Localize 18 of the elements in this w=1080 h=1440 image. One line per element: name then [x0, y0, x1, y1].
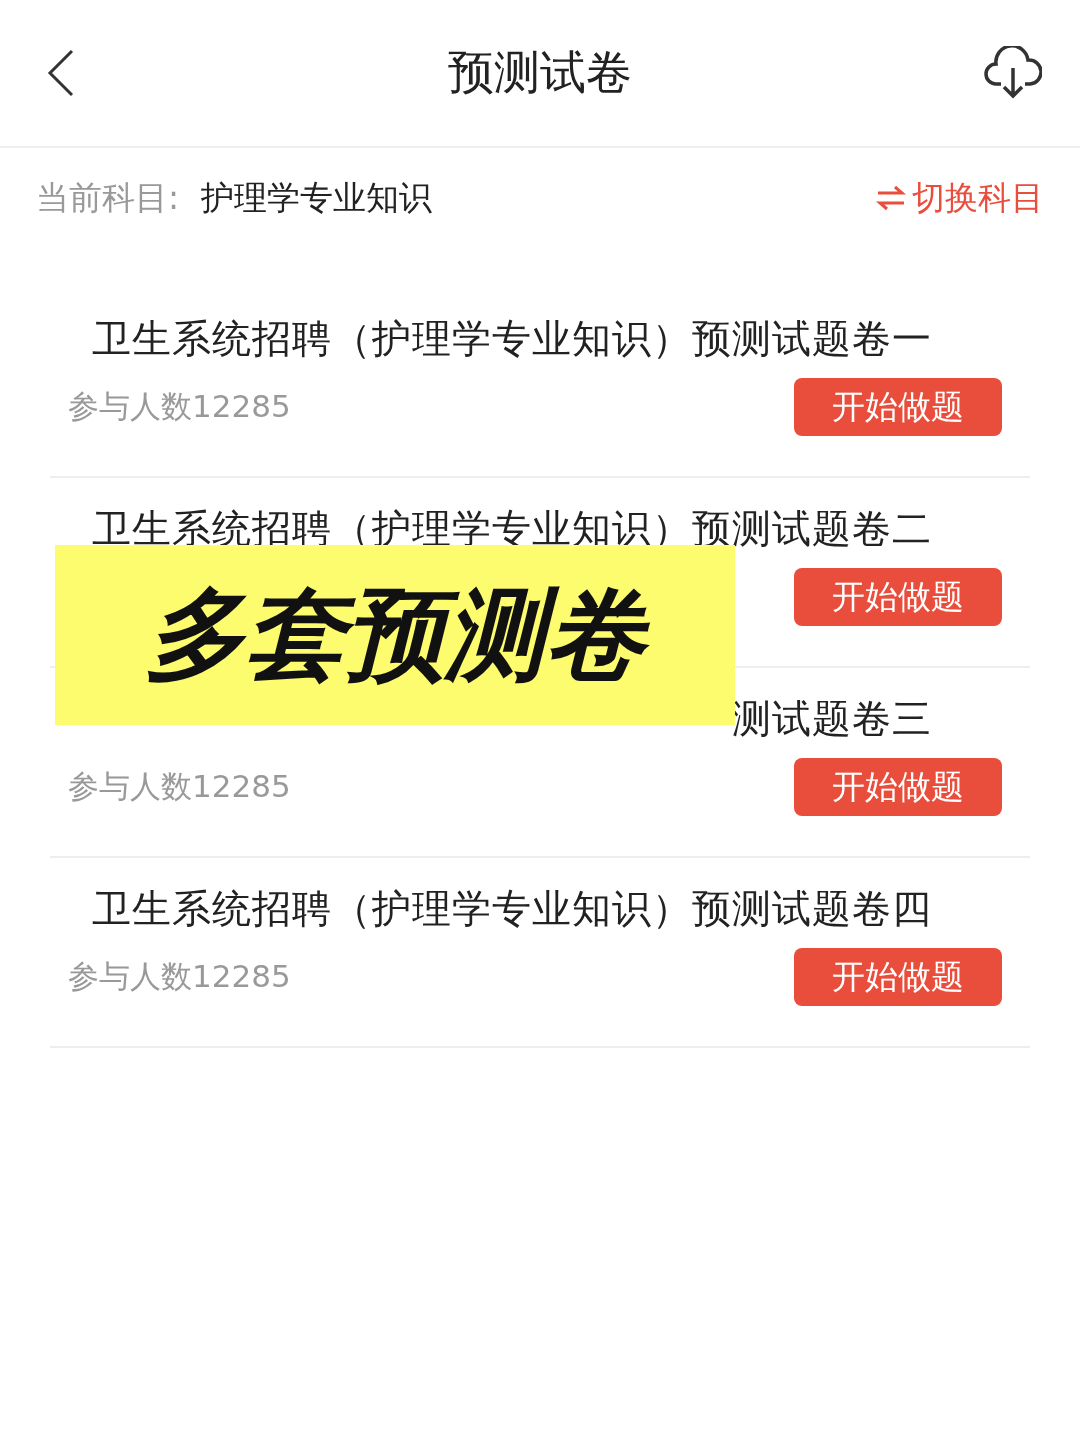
- swap-icon: [876, 185, 906, 211]
- paper-title: 卫生系统招聘（护理学专业知识）预测试题卷四: [91, 885, 932, 933]
- start-button[interactable]: 开始做题: [794, 758, 1002, 816]
- participant-count: 参与人数12285: [68, 957, 291, 996]
- back-icon[interactable]: [46, 48, 76, 98]
- start-button[interactable]: 开始做题: [794, 378, 1002, 436]
- start-button[interactable]: 开始做题: [794, 948, 1002, 1006]
- paper-title: 测试题卷三: [731, 695, 932, 743]
- banner-text: 多套预测卷: [121, 565, 669, 705]
- start-button[interactable]: 开始做题: [794, 568, 1002, 626]
- participant-count: 参与人数12285: [68, 387, 291, 426]
- participant-count: 参与人数12285: [68, 767, 291, 806]
- paper-title: 卫生系统招聘（护理学专业知识）预测试题卷一: [91, 315, 932, 363]
- subject-label: 当前科目:: [36, 176, 180, 219]
- switch-subject-link[interactable]: 切换科目: [876, 175, 1044, 221]
- subject-name: 护理学专业知识: [201, 176, 433, 219]
- cloud-download-icon[interactable]: [984, 46, 1042, 100]
- page-title: 预测试卷: [448, 44, 632, 101]
